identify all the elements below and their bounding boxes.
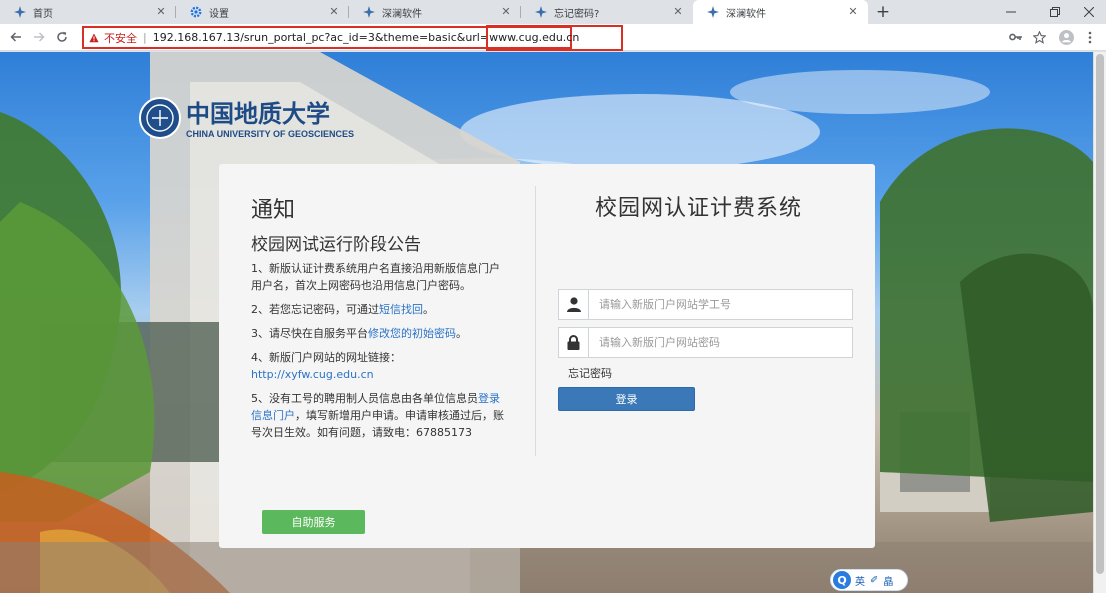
tab-srun-active[interactable]: 深澜软件 ✕ [693,0,868,24]
forgot-password-link[interactable]: 忘记密码 [568,365,612,381]
profile-button[interactable] [1057,28,1075,46]
user-icon [559,290,589,319]
restore-icon [1050,7,1060,17]
svg-text:CHINA UNIVERSITY OF GEOSCIENCE: CHINA UNIVERSITY OF GEOSCIENCES [186,129,354,139]
close-icon[interactable]: ✕ [154,5,168,19]
ime-skin-icon[interactable]: 皛 [883,573,893,588]
bookmark-button[interactable] [1030,28,1048,46]
username-field[interactable] [558,289,853,320]
notice-subheading: 校园网试运行阶段公告 [251,235,421,255]
close-icon [1084,7,1094,17]
tab-settings[interactable]: 设置 ✕ [176,0,349,24]
tab-srun-1[interactable]: 深澜软件 ✕ [349,0,521,24]
minimize-icon [1006,11,1016,13]
compass-icon [14,6,26,18]
reload-icon [57,31,67,42]
arrow-left-icon [10,32,21,42]
gear-icon [190,6,202,18]
compass-icon [363,6,375,18]
sms-recover-link[interactable]: 短信找回 [379,303,423,316]
tab-home[interactable]: 首页 ✕ [0,0,176,24]
more-vertical-icon [1088,31,1092,43]
notice-item-4: 4、新版门户网站的网址链接：http://xyfw.cug.edu.cn [251,351,401,381]
svg-text:中国地质大学: 中国地质大学 [186,99,330,128]
notice-item-5: 5、没有工号的聘用制人员信息由各单位信息员登录信息门户，填写新增用户申请。申请审… [251,392,504,439]
notice-list: 1、新版认证计费系统用户名直接沿用新版信息门户用户名，首次上网密码也沿用信息门户… [251,260,507,448]
notice-heading: 通知 [251,198,296,223]
ime-tools-icon[interactable]: ✐ [870,575,878,586]
key-icon [1009,33,1022,41]
portal-url-link[interactable]: http://xyfw.cug.edu.cn [251,368,374,381]
address-separator: | [143,31,147,44]
url-text: 192.168.167.13/srun_portal_pc?ac_id=3&th… [152,31,490,44]
tab-label: 设置 [209,8,229,20]
avatar-icon [1058,29,1074,45]
arrow-right-icon [34,32,45,42]
menu-button[interactable] [1081,28,1099,46]
tab-label: 深澜软件 [382,8,422,20]
ime-toolbar[interactable]: Q 英 ✐ 皛 [830,569,908,591]
warning-icon [89,33,99,42]
reload-button[interactable] [53,28,71,46]
university-logo: 中国地质大学 CHINA UNIVERSITY OF GEOSCIENCES [139,97,354,139]
portal-card: 通知 校园网试运行阶段公告 1、新版认证计费系统用户名直接沿用新版信息门户用户名… [219,164,875,548]
forward-button[interactable] [30,28,48,46]
page-scrollbar[interactable] [1093,52,1106,593]
password-key-button[interactable] [1007,28,1025,46]
login-title: 校园网认证计费系统 [595,196,803,221]
notice-item-1: 1、新版认证计费系统用户名直接沿用新版信息门户用户名，首次上网密码也沿用信息门户… [251,262,500,292]
back-button[interactable] [7,28,25,46]
new-tab-button[interactable]: + [872,1,894,23]
ime-mode-toggle[interactable]: 英 [855,573,865,588]
close-icon[interactable]: ✕ [327,5,341,19]
notice-item-3: 3、请尽快在自服务平台修改您的初始密码。 [251,327,467,340]
tab-forgot-password[interactable]: 忘记密码? ✕ [521,0,693,24]
self-service-button[interactable]: 自助服务 [262,510,365,534]
browser-toolbar: 不安全 | 192.168.167.13/srun_portal_pc?ac_i… [0,24,1106,51]
tab-label: 深澜软件 [726,8,766,20]
ime-logo-icon[interactable]: Q [833,571,851,589]
minimize-button[interactable] [994,0,1028,24]
change-password-link[interactable]: 修改您的初始密码 [368,327,456,340]
browser-tab-strip: 首页 ✕ 设置 ✕ 深澜软件 ✕ 忘记密码? ✕ 深澜软件 ✕ + [0,0,1106,24]
compass-icon [707,6,719,18]
notice-item-2: 2、若您忘记密码，可通过短信找回。 [251,303,434,316]
close-icon[interactable]: ✕ [846,5,860,19]
close-icon[interactable]: ✕ [499,5,513,19]
tab-label: 首页 [33,8,53,20]
username-input[interactable] [589,291,852,318]
lock-icon [559,328,589,357]
tab-label: 忘记密码? [554,8,600,20]
close-icon[interactable]: ✕ [671,5,685,19]
address-bar[interactable]: 不安全 | 192.168.167.13/srun_portal_pc?ac_i… [82,25,624,51]
portal-page: 中国地质大学 CHINA UNIVERSITY OF GEOSCIENCES 通… [0,52,1106,593]
scrollbar-thumb[interactable] [1096,54,1104,574]
security-status[interactable]: 不安全 [104,30,137,46]
url-highlight: www.cug.edu.cn [486,25,624,51]
card-divider [535,186,536,456]
password-field[interactable] [558,327,853,358]
restore-button[interactable] [1038,0,1072,24]
close-window-button[interactable] [1072,0,1106,24]
login-button[interactable]: 登录 [558,387,695,411]
star-icon [1032,30,1046,44]
compass-icon [535,6,547,18]
password-input[interactable] [589,329,852,356]
